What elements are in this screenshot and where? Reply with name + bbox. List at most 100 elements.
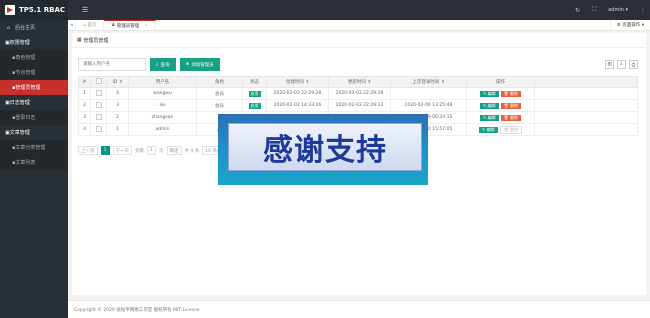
footer-text: Copyright © 2020 张桓平网络工作室 版权所有 MIT Licen… <box>74 307 200 313</box>
user-menu[interactable]: admin ▾ <box>608 7 628 13</box>
delete-button-label: 删除 <box>509 102 518 108</box>
edit-button[interactable]: ✎ 编辑 <box>480 102 499 109</box>
row-index: 4 <box>78 123 91 136</box>
hamburger-icon[interactable]: ☰ <box>82 6 88 14</box>
row-checkbox-cell <box>90 99 107 112</box>
goto-page-input[interactable]: 1 <box>147 146 156 155</box>
cell-ops: ✎ 编辑 🗑 删除 <box>466 123 535 136</box>
sidebar-item-roles[interactable]: ▪ 角色管理 <box>0 50 68 65</box>
cell-status: 启用 <box>242 99 267 112</box>
cell-role: 会员 <box>196 99 243 112</box>
sort-icon[interactable]: ⇕ <box>119 80 123 85</box>
col-header[interactable]: 创建时间 ⇕ <box>266 76 329 88</box>
col-header[interactable]: 更新时间 ⇕ <box>328 76 391 88</box>
sidebar-item-label: 登录日志 <box>15 115 36 121</box>
row-checkbox[interactable] <box>95 101 102 108</box>
thanks-banner-text: 感谢支持 <box>263 133 387 168</box>
cell-ops: ✎ 编辑 🗑 删除 <box>466 87 535 100</box>
tab-admins[interactable]: ♟ 管理员管理 × <box>104 20 157 30</box>
columns-icon[interactable]: ▥ <box>605 60 614 69</box>
select-all-checkbox[interactable] <box>95 78 102 84</box>
sort-icon[interactable]: ⇕ <box>441 80 445 85</box>
sidebar-item-home[interactable]: ⌂ 后台主页 <box>0 20 68 35</box>
sidebar-group-logs[interactable]: ▣ 日志管理 <box>0 95 68 110</box>
cell-username: admin <box>128 123 197 136</box>
row-index: 1 <box>78 87 91 100</box>
total-count: 共 4 条 <box>184 148 200 154</box>
pagination: 上一页 1 下一页 到第 1 页 确定 共 4 条 10 条/页 <box>78 146 226 155</box>
home-icon: ⌂ <box>6 24 11 31</box>
delete-button[interactable]: 🗑 删除 <box>500 114 521 121</box>
more-icon[interactable]: ⋮ <box>640 7 646 14</box>
edit-button[interactable]: ✎ 编辑 <box>480 90 499 97</box>
status-badge[interactable]: 启用 <box>248 102 261 109</box>
cell-role: 会员 <box>196 87 243 100</box>
cell-filler <box>534 123 638 136</box>
thanks-banner: 感谢支持 <box>218 114 428 185</box>
print-icon[interactable]: ⎙ <box>629 60 638 69</box>
tab-prev-button[interactable]: ◂ <box>68 20 76 30</box>
edit-button-label: 编辑 <box>487 102 496 108</box>
next-page-button[interactable]: 下一页 <box>112 146 132 155</box>
sidebar-item-article-categories[interactable]: ▪ 文章分类管理 <box>0 140 68 155</box>
add-admin-button-label: 添加管理员 <box>191 62 214 68</box>
row-checkbox[interactable] <box>95 113 102 120</box>
sidebar-item-nodes[interactable]: ▪ 节点管理 <box>0 65 68 80</box>
close-icon[interactable]: × <box>144 23 148 28</box>
export-icon[interactable]: ⇩ <box>617 60 626 69</box>
sidebar-group-permission[interactable]: ▣ 权限管理 <box>0 35 68 50</box>
sidebar-item-article-list[interactable]: ▪ 文章列表 <box>0 155 68 170</box>
search-icon: ⌕ <box>156 62 159 68</box>
delete-button[interactable]: 🗑 删除 <box>500 102 521 109</box>
row-checkbox[interactable] <box>95 125 102 132</box>
sort-icon[interactable]: ⇕ <box>305 80 309 85</box>
sort-icon[interactable]: ⇕ <box>367 80 371 85</box>
page-1-button[interactable]: 1 <box>100 146 110 155</box>
col-header: # <box>78 76 91 88</box>
edit-button[interactable]: ✎ 编辑 <box>480 114 499 121</box>
query-button-label: 查询 <box>160 62 170 68</box>
table-tools: ▥ ⇩ ⎙ <box>605 60 638 69</box>
prev-page-button[interactable]: 上一页 <box>78 146 98 155</box>
edit-button[interactable]: ✎ 编辑 <box>479 126 498 133</box>
app-logo[interactable]: TP5.1 RBAC <box>0 0 68 20</box>
col-header: 状态 <box>242 76 267 88</box>
sidebar-group-label: 权限管理 <box>9 40 30 46</box>
app-title: TP5.1 RBAC <box>19 6 66 14</box>
goto-confirm-button[interactable]: 确定 <box>166 146 182 155</box>
delete-button[interactable]: 🗑 删除 <box>500 90 521 97</box>
cell-id: 4 <box>106 87 129 100</box>
edit-button-label: 编辑 <box>486 126 495 132</box>
cell-last-login <box>390 87 467 100</box>
sidebar-item-login-log[interactable]: ▪ 登录日志 <box>0 110 68 125</box>
cell-ops: ✎ 编辑 🗑 删除 <box>466 99 535 112</box>
sidebar-item-label: 节点管理 <box>15 70 36 76</box>
cell-filler <box>534 111 638 124</box>
cell-username: zhangsan <box>128 111 197 124</box>
page-unit-label: 页 <box>159 148 164 154</box>
fullscreen-icon[interactable]: ⛶ <box>592 6 596 14</box>
row-checkbox[interactable] <box>95 89 102 96</box>
query-button[interactable]: ⌕ 查询 <box>150 58 176 71</box>
clear-cache-icon[interactable]: ↻ <box>575 7 580 14</box>
tab-label: 首页 <box>87 23 97 28</box>
col-header-checkbox[interactable] <box>90 76 107 88</box>
sidebar-item-admins[interactable]: ▪ 管理员管理 <box>0 80 68 95</box>
sidebar-group-articles[interactable]: ▣ 文章管理 <box>0 125 68 140</box>
tab-home[interactable]: ⌂ 首页 <box>76 20 105 30</box>
top-bar: ☰ ↻ ⛶ admin ▾ ⋮ <box>68 0 650 20</box>
col-header-filler <box>534 76 638 88</box>
sidebar-group-label: 日志管理 <box>9 100 30 106</box>
cell-id: 2 <box>106 111 129 124</box>
delete-button[interactable]: 🗑 删除 <box>499 125 522 134</box>
page-ops-menu[interactable]: ⚙ 页面操作 ▾ <box>609 20 650 30</box>
col-header[interactable]: 上次登录时间 ⇕ <box>390 76 467 88</box>
logo-icon <box>5 5 15 15</box>
cell-updated: 2020-02-03 22:29:12 <box>328 99 391 112</box>
add-admin-button[interactable]: ⊕ 添加管理员 <box>179 58 220 71</box>
cell-created: 2020-02-02 14:33:26 <box>266 99 329 112</box>
status-badge[interactable]: 启用 <box>248 90 261 97</box>
col-header[interactable]: ID ⇕ <box>106 76 129 88</box>
search-input[interactable] <box>78 58 146 71</box>
panel-title-text: 管理员管理 <box>83 37 109 44</box>
